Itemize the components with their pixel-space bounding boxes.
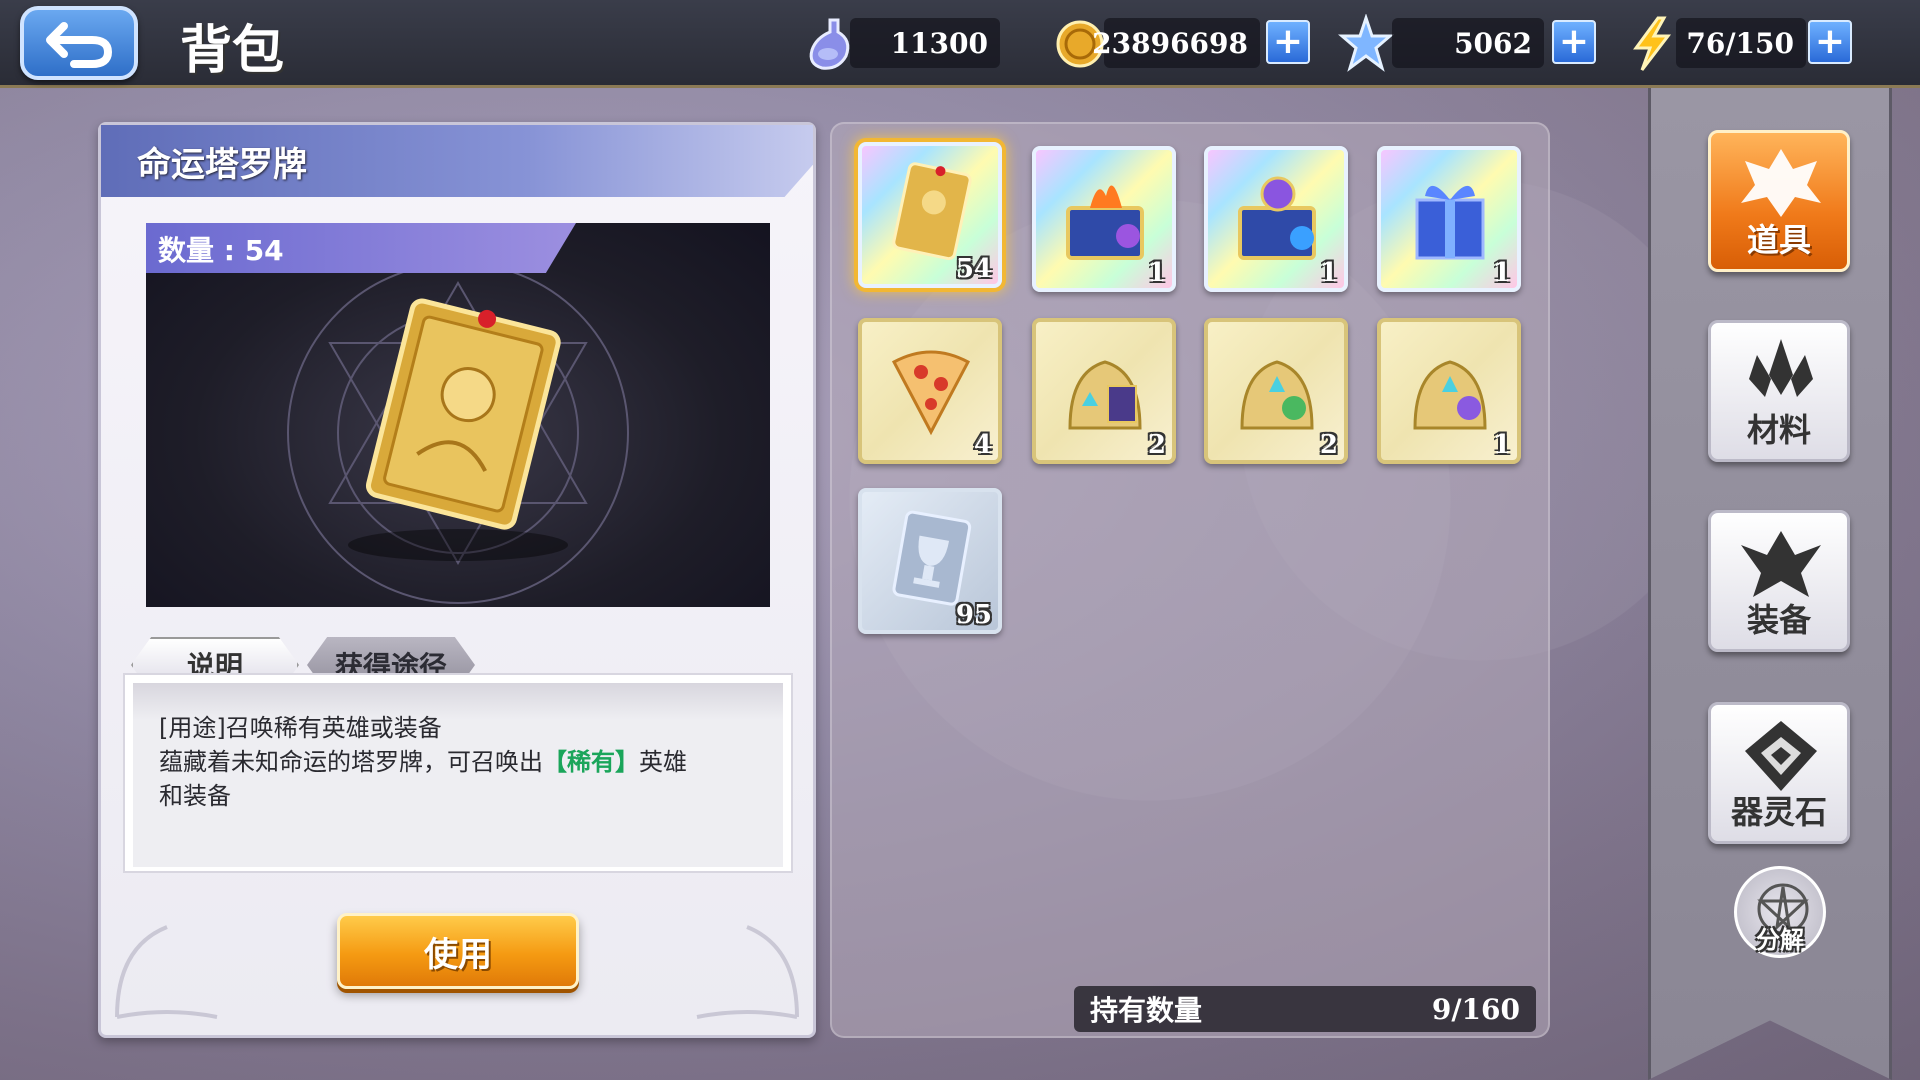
item-count: 1 xyxy=(1492,430,1511,460)
item-count: 1 xyxy=(1147,258,1166,288)
stamina-value: 76/150 xyxy=(1676,18,1806,68)
equipment-icon xyxy=(1741,531,1821,597)
add-gold-button[interactable]: + xyxy=(1266,20,1310,64)
item-slot-tarot-card[interactable]: 54 xyxy=(858,142,1002,288)
item-slot-pizza-slice[interactable]: 4 xyxy=(858,318,1002,464)
capacity-value: 9/160 xyxy=(1431,992,1520,1026)
desc-line-2-pre: 蕴藏着未知命运的塔罗牌，可召唤出 xyxy=(159,748,543,776)
lantern-pack-icon xyxy=(1240,360,1314,430)
spirit-stone-icon xyxy=(1745,721,1817,791)
description-box: [用途]召唤稀有英雄或装备 蕴藏着未知命运的塔罗牌，可召唤出【稀有】英雄 和装备 xyxy=(123,673,793,873)
item-count: 1 xyxy=(1319,258,1338,288)
disassemble-label: 分解 xyxy=(1756,926,1804,954)
materials-icon xyxy=(1749,339,1813,397)
item-slot-trophy-card[interactable]: 95 xyxy=(858,488,1002,634)
props-icon xyxy=(1741,149,1821,217)
gift-box-icon xyxy=(1415,185,1485,260)
add-stamina-button[interactable]: + xyxy=(1808,20,1852,64)
item-count: 2 xyxy=(1147,430,1166,460)
flame-chest-icon xyxy=(1066,185,1144,260)
item-slot-lantern-pack-b[interactable]: 2 xyxy=(1204,318,1348,464)
description-text: [用途]召唤稀有英雄或装备 蕴藏着未知命运的塔罗牌，可召唤出【稀有】英雄 和装备 xyxy=(133,683,783,867)
item-count: 1 xyxy=(1492,258,1511,288)
category-equipment-button[interactable]: 装备 xyxy=(1708,510,1850,652)
item-slot-lantern-pack-c[interactable]: 1 xyxy=(1377,318,1521,464)
back-button[interactable] xyxy=(20,6,138,80)
capacity-label: 持有数量 xyxy=(1090,994,1203,1027)
lantern-pack-icon xyxy=(1068,360,1142,430)
corner-ornament-left xyxy=(115,925,218,1019)
item-count: 95 xyxy=(955,600,992,630)
orb-chest-icon xyxy=(1238,176,1316,260)
rarity-highlight: 【稀有】 xyxy=(543,748,639,776)
item-slot-flame-chest[interactable]: 1 xyxy=(1032,146,1176,292)
item-count-banner: 数量 : 54 xyxy=(146,223,576,273)
capacity-bar: 持有数量 9/160 xyxy=(1074,986,1536,1032)
desc-line-1: [用途]召唤稀有英雄或装备 xyxy=(159,714,442,742)
item-detail-panel: 命运塔罗牌 数量 : 54 说明 获得途径 [用途]召唤稀有英雄或装备 蕴藏着未… xyxy=(98,122,816,1038)
lantern-pack-icon xyxy=(1413,360,1487,430)
star-crystal-icon xyxy=(1338,14,1394,72)
item-preview: 数量 : 54 xyxy=(146,223,770,607)
item-count: 54 xyxy=(955,254,992,284)
tarot-card-icon xyxy=(892,162,972,261)
potion-value: 11300 xyxy=(850,18,1000,68)
item-name: 命运塔罗牌 xyxy=(137,145,307,185)
lightning-icon xyxy=(1633,16,1672,71)
pizza-slice-icon xyxy=(891,350,971,436)
item-slot-gift-box[interactable]: 1 xyxy=(1377,146,1521,292)
inventory-grid: 54 1 1 1 4 2 2 1 95 持有数量 9/160 xyxy=(830,122,1550,1038)
category-spirit-stone-button[interactable]: 器灵石 xyxy=(1708,702,1850,844)
item-slot-lantern-pack-a[interactable]: 2 xyxy=(1032,318,1176,464)
preview-art xyxy=(287,262,629,604)
gold-value: 23896698 xyxy=(1092,18,1260,68)
desc-line-2-post: 英雄 xyxy=(639,748,687,776)
use-button[interactable]: 使用 xyxy=(337,913,579,989)
add-crystal-button[interactable]: + xyxy=(1552,20,1596,64)
trophy-card-icon xyxy=(892,510,972,606)
item-slot-orb-chest[interactable]: 1 xyxy=(1204,146,1348,292)
desc-line-3: 和装备 xyxy=(159,782,231,810)
item-count: 4 xyxy=(973,430,992,460)
category-props-button[interactable]: 道具 xyxy=(1708,130,1850,272)
page-title: 背包 xyxy=(180,21,285,81)
potion-icon xyxy=(809,18,850,70)
top-bar: 背包 11300 23896698 + 5062 + 76/150 + xyxy=(0,0,1920,88)
disassemble-button[interactable]: 分解 xyxy=(1734,866,1826,958)
corner-ornament-right xyxy=(696,925,799,1019)
back-arrow-icon xyxy=(46,22,112,68)
category-materials-button[interactable]: 材料 xyxy=(1708,320,1850,462)
crystal-value: 5062 xyxy=(1392,18,1544,68)
item-count: 2 xyxy=(1319,430,1338,460)
desc-line-2: 蕴藏着未知命运的塔罗牌，可召唤出【稀有】英雄 xyxy=(159,745,757,779)
